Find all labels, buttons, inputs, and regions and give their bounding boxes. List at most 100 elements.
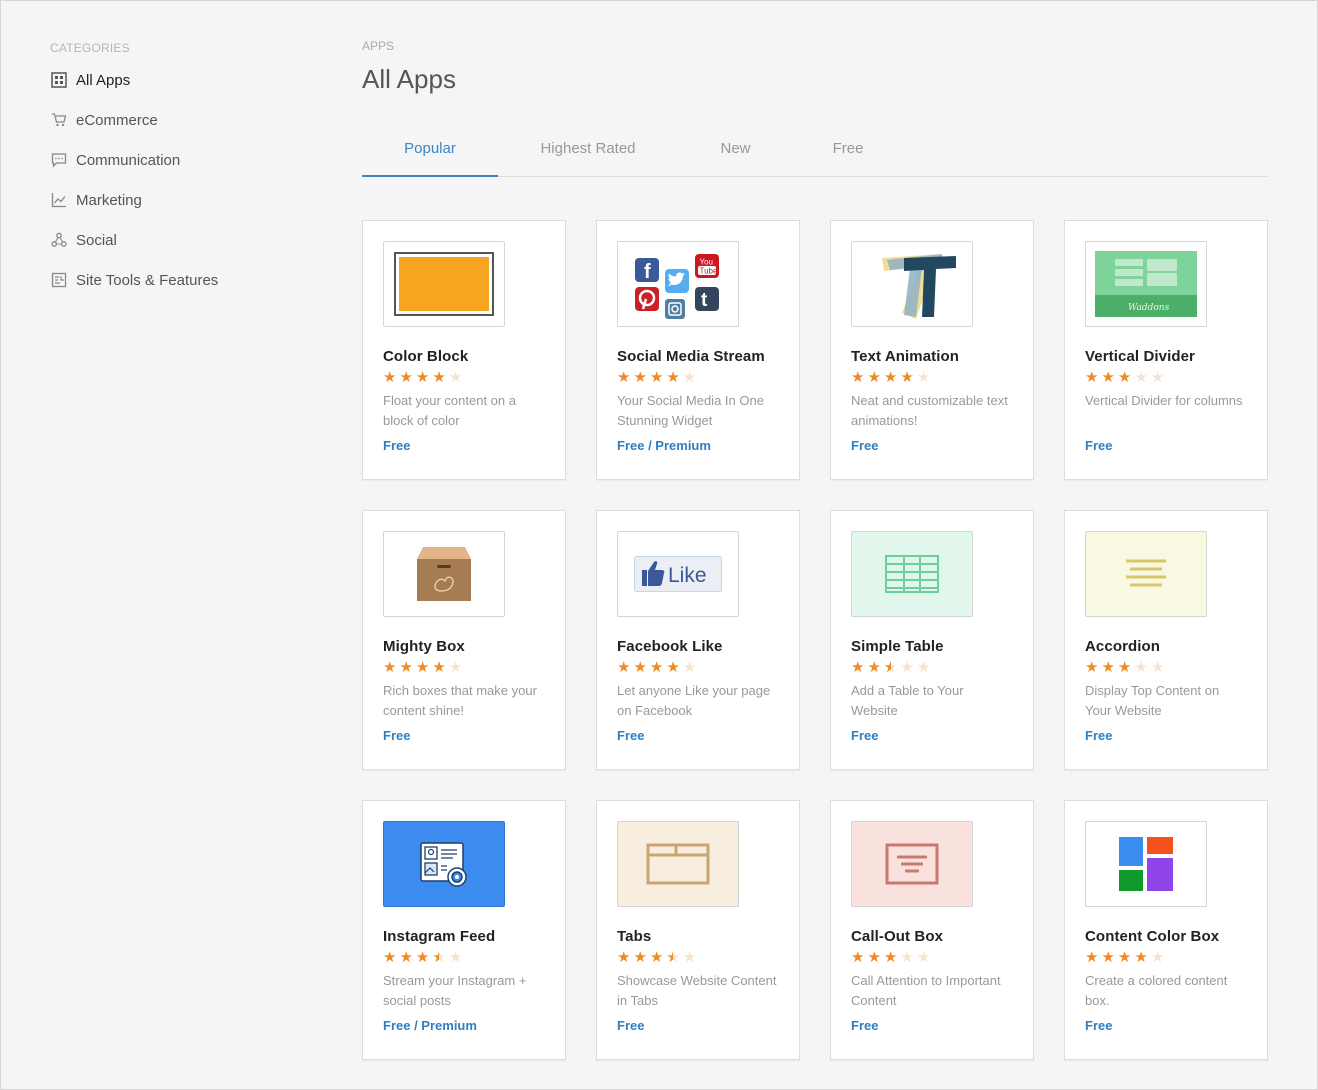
- star-icon: ★: [883, 949, 898, 966]
- star-icon: ★: [1150, 949, 1165, 966]
- star-icon: ★: [1101, 949, 1115, 966]
- star-icon: ★: [617, 949, 631, 966]
- app-card[interactable]: Accordion ★ ★ ★ ★ ★ Display Top Content on Y…: [1064, 510, 1268, 770]
- star-icon: ★: [1085, 659, 1099, 676]
- instagram-feed-thumbnail: [383, 821, 505, 907]
- app-title: Text Animation: [851, 348, 960, 365]
- star-icon: ★: [1101, 659, 1115, 676]
- app-card[interactable]: Waddons Vertical Divider ★ ★ ★ ★ ★ Vertical …: [1064, 220, 1268, 480]
- star-icon: ★: [682, 659, 697, 676]
- star-icon: ★: [448, 949, 463, 966]
- star-rating: ★ ★ ★ ★ ★: [851, 659, 1013, 677]
- app-title: Facebook Like: [617, 638, 723, 655]
- star-rating: ★ ★ ★ ★ ★: [1085, 950, 1247, 966]
- sidebar-item-communication[interactable]: Communication: [50, 140, 290, 180]
- app-description: Call Attention to Important Content: [851, 973, 1001, 1008]
- tab-new[interactable]: New: [678, 127, 793, 176]
- star-icon: ★: [415, 949, 430, 966]
- app-card[interactable]: Call-Out Box ★ ★ ★ ★ ★ Call Attention to Imp…: [830, 800, 1034, 1060]
- app-price: Free: [1085, 438, 1113, 453]
- star-icon: ★: [617, 369, 631, 386]
- app-card[interactable]: f You Tube t Social Media Stream ★ ★ ★ ★ ★ Yo…: [596, 220, 800, 480]
- svg-text:You: You: [700, 258, 714, 267]
- app-title: Content Color Box: [1085, 928, 1220, 945]
- app-price: Free: [383, 438, 411, 453]
- app-description: Rich boxes that make your content shine!: [383, 683, 537, 718]
- star-icon: ★: [682, 949, 697, 966]
- star-icon: ★: [617, 659, 631, 676]
- app-price: Free: [851, 1018, 879, 1033]
- mighty-box-thumbnail: [383, 531, 505, 617]
- app-card[interactable]: Color Block ★ ★ ★ ★ ★ Float your content on …: [362, 220, 566, 480]
- star-icon: ★: [867, 659, 881, 676]
- app-price: Free / Premium: [383, 1018, 477, 1033]
- app-card[interactable]: Text Animation ★ ★ ★ ★ ★ Neat and customizab…: [830, 220, 1034, 480]
- app-card[interactable]: Like Facebook Like ★ ★ ★ ★ ★ Let anyone Like…: [596, 510, 800, 770]
- star-icon: ★: [649, 949, 664, 966]
- star-icon: ★: [633, 369, 647, 386]
- app-title: Social Media Stream: [617, 348, 765, 365]
- star-icon: ★: [916, 949, 931, 966]
- app-description: Create a colored content box.: [1085, 973, 1228, 1008]
- app-title: Simple Table: [851, 638, 944, 655]
- star-icon: ★: [867, 949, 881, 966]
- star-icon: ★: [900, 369, 914, 386]
- star-icon: ★: [666, 950, 679, 967]
- star-icon: ★: [1101, 369, 1115, 386]
- breadcrumb[interactable]: APPS: [362, 39, 1268, 53]
- sidebar-item-label: Marketing: [76, 191, 142, 209]
- chat-icon: [50, 152, 67, 169]
- app-title: Instagram Feed: [383, 928, 496, 945]
- app-price: Free: [1085, 728, 1113, 743]
- sidebar-item-all-apps[interactable]: All Apps: [50, 60, 290, 100]
- app-description: Let anyone Like your page on Facebook: [617, 683, 771, 718]
- star-icon: ★: [851, 369, 865, 386]
- tab-highest-rated[interactable]: Highest Rated: [498, 127, 678, 176]
- star-icon: ★: [432, 369, 446, 386]
- star-icon: ★: [1134, 949, 1148, 966]
- star-icon: ★: [883, 369, 898, 386]
- app-title: Color Block: [383, 348, 469, 365]
- app-card[interactable]: Mighty Box ★ ★ ★ ★ ★ Rich boxes that make yo…: [362, 510, 566, 770]
- star-icon: ★: [867, 369, 881, 386]
- app-card[interactable]: Content Color Box ★ ★ ★ ★ ★ Create a colored…: [1064, 800, 1268, 1060]
- star-icon: ★: [884, 660, 897, 677]
- star-icon: ★: [1117, 949, 1132, 966]
- star-icon: ★: [900, 659, 914, 676]
- star-rating: ★ ★ ★ ★ ★: [383, 949, 545, 967]
- tab-free[interactable]: Free: [793, 127, 903, 176]
- star-icon: ★: [432, 659, 446, 676]
- social-media-thumbnail: f You Tube t: [617, 241, 739, 327]
- sidebar-item-label: Social: [76, 231, 117, 249]
- star-icon: ★: [916, 369, 931, 386]
- star-icon: ★: [1085, 949, 1099, 966]
- star-icon: ★: [448, 369, 463, 386]
- star-icon: ★: [649, 659, 664, 676]
- star-icon: ★: [633, 659, 647, 676]
- star-rating: ★ ★ ★ ★ ★: [1085, 660, 1247, 676]
- tab-popular[interactable]: Popular: [362, 127, 498, 177]
- star-icon: ★: [649, 369, 664, 386]
- app-price: Free: [851, 438, 879, 453]
- twitter-icon: [665, 269, 689, 293]
- app-card[interactable]: Simple Table ★★★★★ Add a Table to Your W…: [830, 510, 1034, 770]
- tabs-thumbnail: [617, 821, 739, 907]
- star-icon: ★: [383, 369, 397, 386]
- svg-text:f: f: [644, 261, 651, 283]
- star-rating: ★ ★ ★ ★ ★: [617, 949, 779, 967]
- app-price: Free: [383, 728, 411, 743]
- star-icon: ★: [1117, 369, 1132, 386]
- sidebar-item-label: eCommerce: [76, 111, 158, 129]
- app-card[interactable]: Tabs ★★★★★ Showcase Website Content in T…: [596, 800, 800, 1060]
- sidebar-item-social[interactable]: Social: [50, 220, 290, 260]
- star-rating: ★ ★ ★ ★ ★: [851, 370, 1013, 386]
- sidebar-item-ecommerce[interactable]: eCommerce: [50, 100, 290, 140]
- simple-table-thumbnail: [851, 531, 973, 617]
- star-icon: ★: [666, 369, 680, 386]
- app-card[interactable]: Instagram Feed ★★★★★ Stream your Instagr…: [362, 800, 566, 1060]
- sidebar-item-marketing[interactable]: Marketing: [50, 180, 290, 220]
- instagram-icon: [665, 299, 685, 319]
- star-icon: ★: [851, 949, 865, 966]
- sidebar-item-site-tools[interactable]: Site Tools & Features: [50, 260, 290, 300]
- app-description: Showcase Website Content in Tabs: [617, 973, 777, 1008]
